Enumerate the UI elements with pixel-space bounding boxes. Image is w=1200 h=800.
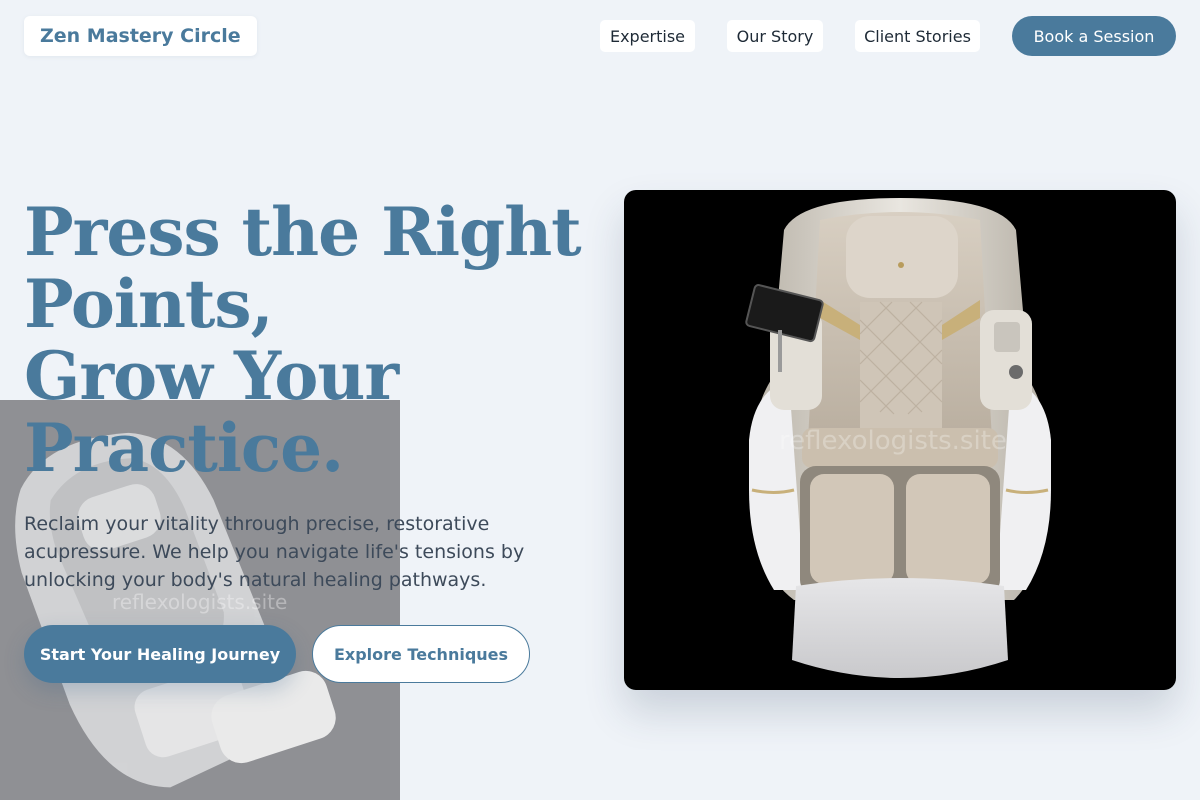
hero-massage-chair-image: reflexologists.site bbox=[624, 190, 1176, 690]
hero-title-line-2: Points, bbox=[24, 265, 274, 343]
hero-title-line-3: Grow Your bbox=[24, 337, 399, 415]
book-session-button[interactable]: Book a Session bbox=[1012, 16, 1176, 56]
brand-name: Zen Mastery Circle bbox=[40, 25, 241, 47]
nav-link-our-story[interactable]: Our Story bbox=[727, 20, 823, 52]
hero-title-line-4: Practice. bbox=[24, 409, 344, 487]
nav-link-client-stories[interactable]: Client Stories bbox=[855, 20, 980, 52]
hero-title-line-1: Press the Right bbox=[24, 193, 582, 271]
nav-link-expertise[interactable]: Expertise bbox=[600, 20, 695, 52]
explore-techniques-button[interactable]: Explore Techniques bbox=[312, 625, 530, 683]
brand-logo[interactable]: Zen Mastery Circle bbox=[24, 16, 257, 56]
hero-title: Press the Right Points, Grow Your Practi… bbox=[24, 196, 584, 484]
image-watermark: reflexologists.site bbox=[779, 426, 1007, 456]
hero-subtitle: Reclaim your vitality through precise, r… bbox=[24, 513, 525, 591]
start-healing-journey-button[interactable]: Start Your Healing Journey bbox=[24, 625, 296, 683]
